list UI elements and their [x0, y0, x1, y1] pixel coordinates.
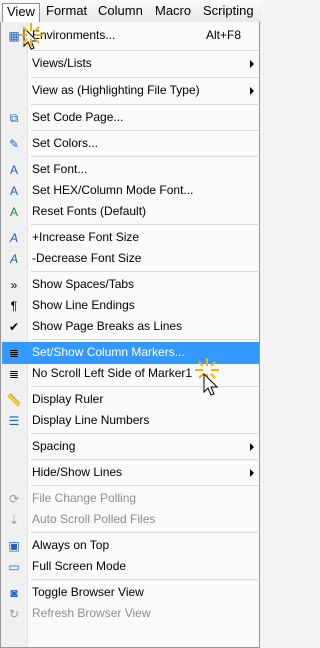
menu-item-label: Display Line Numbers: [32, 413, 150, 427]
menu-item-spacing[interactable]: Spacing: [2, 436, 259, 458]
menu-item-label: Hide/Show Lines: [32, 465, 123, 479]
menu-item-label: View as (Highlighting File Type): [32, 83, 200, 97]
always-on-top-icon: ▣: [8, 539, 20, 553]
menu-item-view-as-highlighting-file-type[interactable]: View as (Highlighting File Type): [2, 80, 259, 102]
menubar-macro[interactable]: Macro: [151, 3, 195, 20]
spaces-tabs-icon: »: [10, 278, 18, 292]
menu-item-set-code-page[interactable]: ⧉ Set Code Page...: [2, 107, 259, 129]
menu-item-no-scroll-left-side-of-marker1[interactable]: ≣ No Scroll Left Side of Marker1: [2, 363, 259, 385]
no-scroll-icon: ≣: [8, 367, 20, 381]
menu-separator: [31, 77, 258, 78]
column-markers-icon: ≣: [8, 346, 20, 360]
menu-separator: [31, 339, 258, 340]
menu-item-label: Show Spaces/Tabs: [32, 277, 135, 291]
menubar-scripting[interactable]: Scripting: [199, 3, 258, 20]
menu-item-set-show-column-markers[interactable]: ≣ Set/Show Column Markers...: [2, 342, 259, 364]
menu-item-show-line-endings[interactable]: ¶ Show Line Endings: [2, 295, 259, 317]
menu-item-shortcut: Alt+F8: [205, 28, 241, 42]
menu-item-hide-show-lines[interactable]: Hide/Show Lines: [2, 462, 259, 484]
menu-item-label: Show Line Endings: [32, 298, 135, 312]
menu-item-label: Set Font...: [32, 162, 88, 176]
menu-item-label: Spacing: [32, 439, 76, 453]
menu-item-label: Reset Fonts (Default): [32, 204, 147, 218]
menu-separator: [31, 130, 258, 131]
menu-item-refresh-browser-view[interactable]: ↻ Refresh Browser View: [2, 603, 259, 625]
submenu-arrow-icon: [250, 443, 254, 451]
reset-fonts-icon: A: [9, 205, 18, 219]
menu-separator: [31, 271, 258, 272]
menu-item-label: Show Page Breaks as Lines: [32, 319, 183, 333]
submenu-arrow-icon: [250, 60, 254, 68]
decrease-font-icon: A: [9, 252, 18, 266]
line-numbers-icon: ☰: [8, 414, 20, 428]
menu-item-label: Display Ruler: [32, 392, 104, 406]
submenu-arrow-icon: [250, 87, 254, 95]
submenu-arrow-icon: [250, 469, 254, 477]
click-sparkle-icon: [19, 23, 43, 47]
menu-separator: [31, 386, 258, 387]
menubar-column[interactable]: Column: [94, 3, 147, 20]
menu-item-decrease-font-size[interactable]: A -Decrease Font Size: [2, 248, 259, 270]
menu-item-display-ruler[interactable]: 📏 Display Ruler: [2, 389, 259, 411]
menu-item-label: Views/Lists: [32, 56, 92, 70]
menu-item-label: Set/Show Column Markers...: [32, 345, 185, 359]
view-menu-dropdown: ▦ Environments... Alt+F8 Views/Lists View as…: [0, 22, 260, 648]
full-screen-icon: ▭: [8, 560, 20, 574]
menu-item-toggle-browser-view[interactable]: ◙ Toggle Browser View: [2, 582, 259, 604]
menu-separator: [31, 485, 258, 486]
menu-item-reset-fonts-default[interactable]: A Reset Fonts (Default): [2, 201, 259, 223]
pilcrow-icon: ¶: [10, 299, 18, 313]
menu-item-label: No Scroll Left Side of Marker1: [32, 366, 193, 380]
menu-item-label: Set Colors...: [32, 136, 99, 150]
menu-item-auto-scroll-polled-files[interactable]: ⇣ Auto Scroll Polled Files: [2, 509, 259, 531]
code-page-icon: ⧉: [9, 111, 19, 125]
menu-item-label: Toggle Browser View: [32, 585, 144, 599]
mouse-cursor-icon: [203, 372, 219, 396]
menu-separator: [31, 532, 258, 533]
menu-item-label: File Change Polling: [32, 491, 137, 505]
menu-item-label: Environments...: [32, 28, 116, 42]
menu-item-label: Set HEX/Column Mode Font...: [32, 183, 194, 197]
menu-item-label: Refresh Browser View: [32, 606, 151, 620]
increase-font-icon: A: [9, 231, 18, 245]
menu-item-full-screen-mode[interactable]: ▭ Full Screen Mode: [2, 556, 259, 578]
menu-separator: [31, 156, 258, 157]
menu-item-file-change-polling[interactable]: ⟳ File Change Polling: [2, 488, 259, 510]
menu-item-display-line-numbers[interactable]: ☰ Display Line Numbers: [2, 410, 259, 432]
menu-separator: [31, 50, 258, 51]
menu-item-always-on-top[interactable]: ▣ Always on Top: [2, 535, 259, 557]
menu-separator: [31, 459, 258, 460]
menu-separator: [31, 104, 258, 105]
menubar-view[interactable]: View: [2, 3, 40, 22]
menu-item-set-font[interactable]: A Set Font...: [2, 159, 259, 181]
menu-item-label: Always on Top: [32, 538, 110, 552]
menu-separator: [31, 433, 258, 434]
font-icon: A: [9, 163, 18, 177]
menu-item-label: Set Code Page...: [32, 110, 124, 124]
menu-item-show-page-breaks-as-lines[interactable]: ✔ Show Page Breaks as Lines: [2, 316, 259, 338]
ruler-icon: 📏: [6, 393, 22, 407]
browser-view-icon: ◙: [10, 586, 18, 600]
menu-separator: [31, 579, 258, 580]
menu-item-set-hex-column-mode-font[interactable]: A Set HEX/Column Mode Font...: [2, 180, 259, 202]
menu-item-increase-font-size[interactable]: A +Increase Font Size: [2, 227, 259, 249]
menu-item-views-lists[interactable]: Views/Lists: [2, 53, 259, 75]
menu-item-set-colors[interactable]: ✎ Set Colors...: [2, 133, 259, 155]
colors-icon: ✎: [8, 137, 20, 151]
menu-item-label: Auto Scroll Polled Files: [32, 512, 156, 526]
menu-item-show-spaces-tabs[interactable]: » Show Spaces/Tabs: [2, 274, 259, 296]
menu-separator: [31, 224, 258, 225]
menu-bar: View Format Column Macro Scripting: [0, 0, 261, 23]
auto-scroll-icon: ⇣: [8, 513, 20, 527]
menu-item-label: +Increase Font Size: [32, 230, 140, 244]
checkmark-icon: ✔: [8, 320, 20, 334]
menu-item-label: -Decrease Font Size: [32, 251, 142, 265]
polling-icon: ⟳: [8, 492, 20, 506]
refresh-browser-icon: ↻: [8, 607, 20, 621]
menubar-format[interactable]: Format: [42, 3, 91, 20]
hex-font-icon: A: [9, 184, 18, 198]
menu-item-label: Full Screen Mode: [32, 559, 127, 573]
